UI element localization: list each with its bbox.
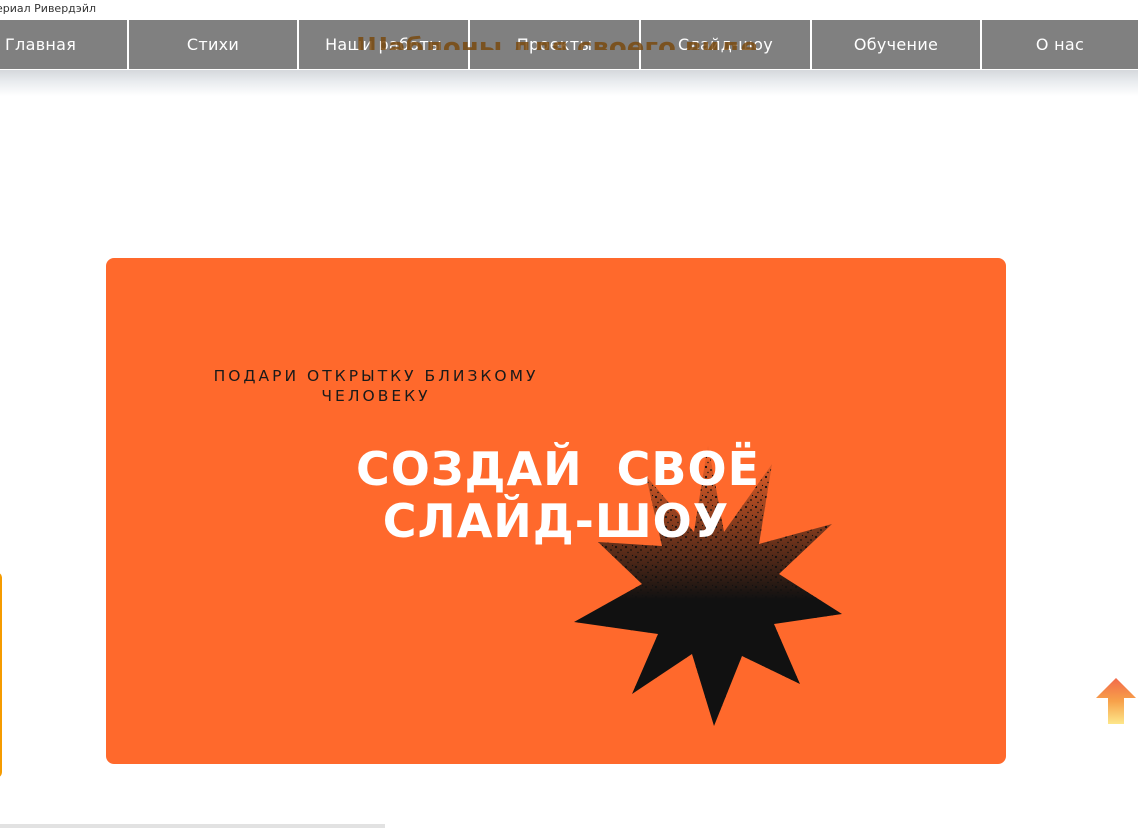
- bottom-divider: [0, 824, 385, 828]
- banner-headline-line2: СЛАЙД-ШОУ: [382, 494, 730, 548]
- nav-item-projects[interactable]: Проекты: [470, 20, 639, 69]
- banner-subtitle-line1: ПОДАРИ ОТКРЫТКУ БЛИЗКОМУ: [213, 367, 539, 385]
- banner-headline: СОЗДАЙ СВОЁ СЛАЙД-ШОУ: [356, 442, 760, 548]
- main-nav: Главная Стихи Наши работы Проекты Слайд-…: [0, 19, 1138, 70]
- arrow-up-icon[interactable]: [1096, 678, 1136, 724]
- nav-item-our-works[interactable]: Наши работы: [299, 20, 468, 69]
- banner-headline-line1: СОЗДАЙ СВОЁ: [356, 442, 760, 496]
- nav-shadow: [0, 70, 1138, 96]
- side-tab[interactable]: [0, 572, 2, 778]
- browser-tab-title: ериал Ривердэйл: [0, 1, 110, 19]
- banner-subtitle: ПОДАРИ ОТКРЫТКУ БЛИЗКОМУ ЧЕЛОВЕКУ: [166, 366, 586, 406]
- nav-item-home[interactable]: Главная: [0, 20, 127, 69]
- nav-item-learning[interactable]: Обучение: [812, 20, 980, 69]
- nav-item-slideshow[interactable]: Слайд-шоу: [641, 20, 810, 69]
- nav-item-poems[interactable]: Стихи: [129, 20, 297, 69]
- nav-item-about[interactable]: О нас: [982, 20, 1138, 69]
- banner-subtitle-line2: ЧЕЛОВЕКУ: [321, 387, 431, 405]
- slideshow-banner[interactable]: ПОДАРИ ОТКРЫТКУ БЛИЗКОМУ ЧЕЛОВЕКУ СОЗДАЙ…: [106, 258, 1006, 764]
